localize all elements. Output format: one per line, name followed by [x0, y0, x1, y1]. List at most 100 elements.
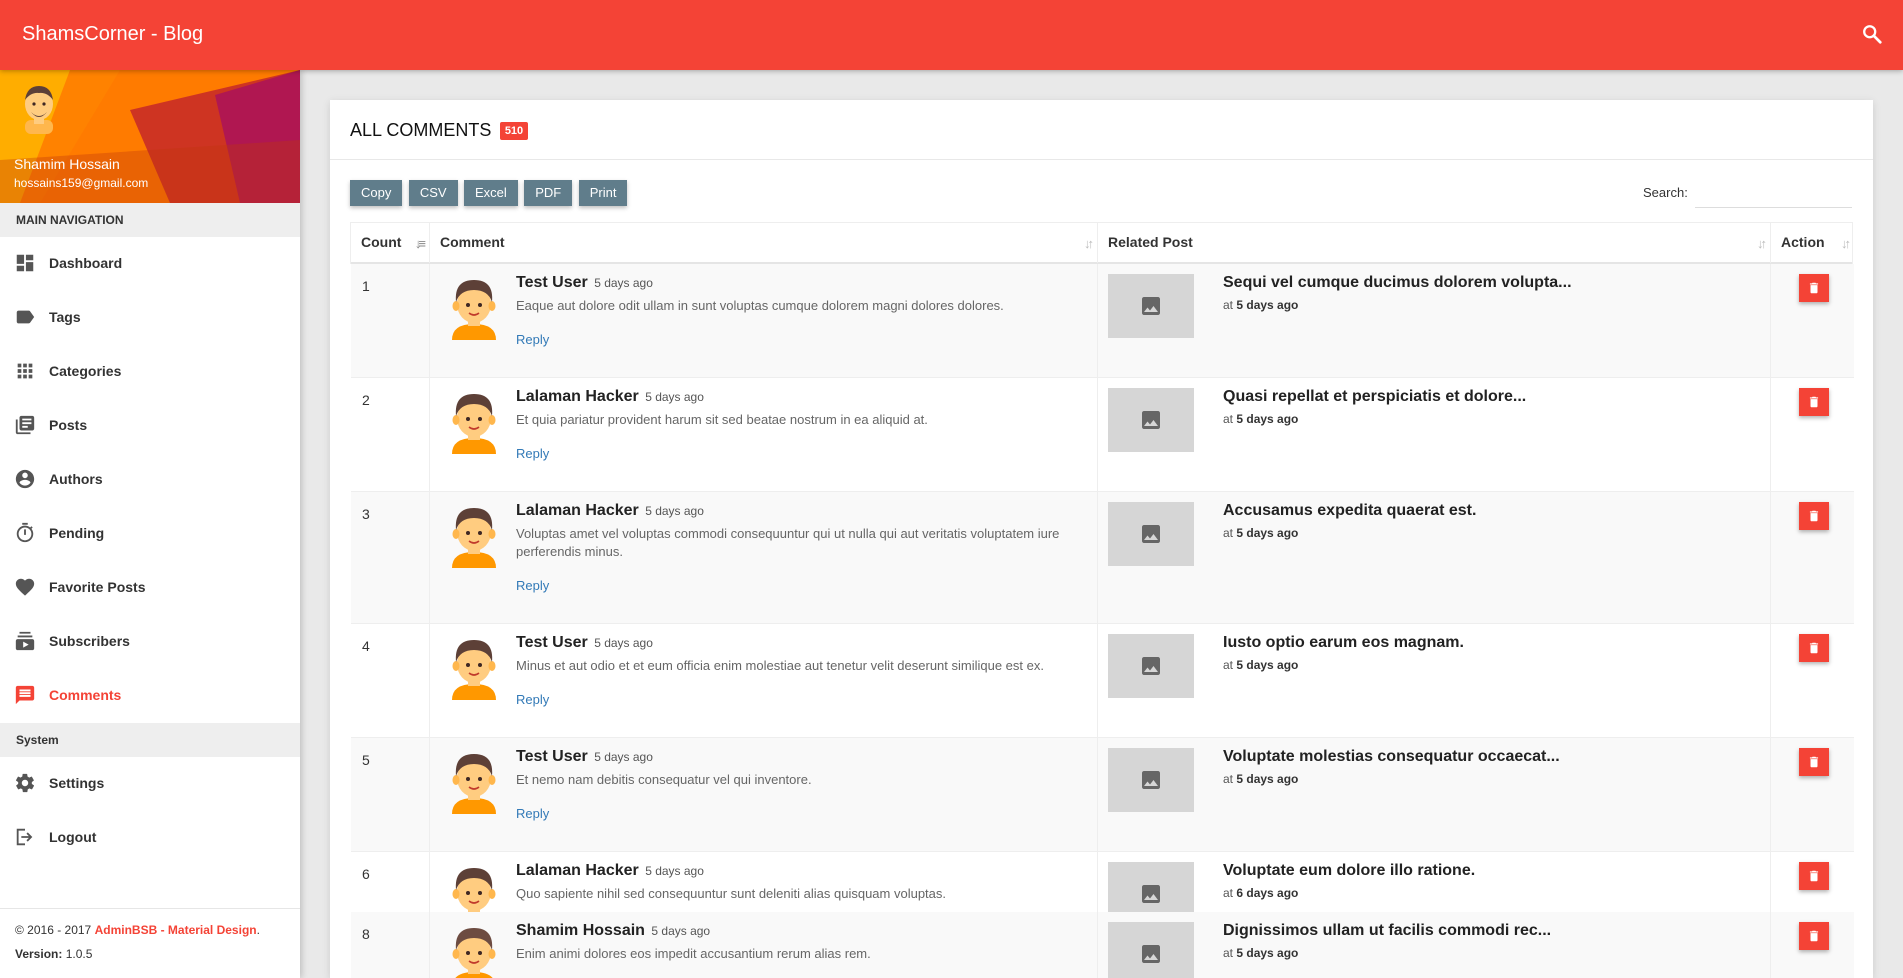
post-thumbnail[interactable]	[1108, 274, 1194, 338]
delete-button[interactable]	[1799, 388, 1829, 416]
column-header-comment[interactable]: Comment ↓↑	[429, 223, 1097, 263]
post-thumbnail[interactable]	[1108, 634, 1194, 698]
post-thumbnail[interactable]	[1108, 502, 1194, 566]
commenter-avatar	[448, 634, 500, 700]
sidebar-item-label: Posts	[49, 417, 88, 433]
sidebar-item-posts[interactable]: Posts	[0, 399, 300, 453]
sidebar-item-categories[interactable]: Categories	[0, 345, 300, 399]
commenter-name-text: Lalaman Hacker	[516, 388, 639, 405]
copyright-text: © 2016 - 2017	[15, 923, 95, 937]
post-thumbnail[interactable]	[1108, 388, 1194, 452]
search-icon[interactable]	[1861, 23, 1885, 47]
column-header-action[interactable]: Action ↓↑	[1770, 223, 1854, 263]
column-header-label: Comment	[440, 234, 505, 250]
sidebar-item-pending[interactable]: Pending	[0, 507, 300, 561]
column-divider	[1770, 378, 1771, 491]
reply-link[interactable]: Reply	[516, 692, 549, 707]
sidebar: Shamim Hossain hossains159@gmail.com MAI…	[0, 70, 300, 978]
excel-button[interactable]: Excel	[464, 180, 518, 206]
sidebar-item-logout[interactable]: Logout	[0, 811, 300, 865]
commenter-name-text: Test User	[516, 274, 588, 291]
sort-icon: ↓↑	[1757, 236, 1767, 251]
related-post-title[interactable]: Dignissimos ullam ut facilis commodi rec…	[1223, 922, 1551, 940]
related-post-title[interactable]: Sequi vel cumque ducimus dolorem volupta…	[1223, 274, 1572, 292]
post-thumbnail[interactable]	[1108, 748, 1194, 812]
sidebar-item-subscribers[interactable]: Subscribers	[0, 615, 300, 669]
related-post-title[interactable]: Accusamus expedita quaerat est.	[1223, 502, 1476, 520]
column-header-label: Count	[361, 234, 402, 250]
post-time: 5 days ago	[1236, 772, 1299, 786]
delete-button[interactable]	[1799, 502, 1829, 530]
column-divider	[1097, 378, 1098, 491]
card-header: ALL COMMENTS 510	[330, 100, 1873, 160]
delete-button[interactable]	[1799, 748, 1829, 776]
table-row: 1 Test User 5 days ago Eaque aut dolore od…	[351, 264, 1854, 378]
sidebar-item-label: Pending	[49, 525, 105, 541]
csv-button[interactable]: CSV	[408, 180, 458, 206]
column-divider	[1097, 492, 1098, 623]
column-divider	[429, 738, 430, 851]
row-count: 8	[362, 926, 370, 942]
related-post-title[interactable]: Voluptate molestias consequatur occaecat…	[1223, 748, 1560, 766]
post-time: 6 days ago	[1236, 886, 1299, 900]
sidebar-item-tags[interactable]: Tags	[0, 291, 300, 345]
commenter-avatar	[448, 748, 500, 814]
sidebar-item-comments[interactable]: Comments	[0, 669, 300, 723]
commenter-name-text: Lalaman Hacker	[516, 502, 639, 519]
table-row: 5 Test User 5 days ago Et nemo nam debitis…	[351, 738, 1854, 852]
column-header-related-post[interactable]: Related Post ↓↑	[1097, 223, 1770, 263]
commenter-name: Test User 5 days ago	[516, 274, 653, 292]
commenter-name: Lalaman Hacker 5 days ago	[516, 388, 704, 406]
sidebar-item-authors[interactable]: Authors	[0, 453, 300, 507]
commenter-avatar	[448, 274, 500, 340]
post-at-label: at	[1223, 298, 1234, 312]
column-divider	[1097, 738, 1098, 851]
sidebar-item-favorite-posts[interactable]: Favorite Posts	[0, 561, 300, 615]
comment-body: Et quia pariatur provident harum sit sed…	[516, 412, 928, 427]
related-post-date: at 5 days ago	[1223, 946, 1298, 960]
commenter-name: Test User 5 days ago	[516, 634, 653, 652]
column-divider	[1770, 624, 1771, 737]
library-books-icon	[14, 414, 36, 436]
reply-link[interactable]: Reply	[516, 332, 549, 347]
post-at-label: at	[1223, 658, 1234, 672]
delete-button[interactable]	[1799, 634, 1829, 662]
footer-brand-link[interactable]: AdminBSB - Material Design	[95, 923, 257, 937]
copy-button[interactable]: Copy	[350, 180, 403, 206]
print-button[interactable]: Print	[578, 180, 628, 206]
comment-body: Eaque aut dolore odit ullam in sunt volu…	[516, 298, 1004, 313]
search-input[interactable]	[1695, 178, 1852, 208]
sort-icon: ↓↑	[1841, 236, 1851, 251]
reply-link[interactable]: Reply	[516, 446, 549, 461]
app-brand[interactable]: ShamsCorner - Blog	[22, 23, 203, 46]
commenter-name-text: Shamim Hossain	[516, 922, 645, 939]
column-divider	[1770, 264, 1771, 377]
sidebar-item-label: Authors	[49, 471, 103, 487]
heart-icon	[14, 576, 36, 598]
delete-button[interactable]	[1799, 862, 1829, 890]
commenter-avatar	[448, 922, 500, 978]
delete-button[interactable]	[1799, 274, 1829, 302]
sidebar-item-dashboard[interactable]: Dashboard	[0, 237, 300, 291]
related-post-title[interactable]: Quasi repellat et perspiciatis et dolore…	[1223, 388, 1526, 406]
commenter-name: Lalaman Hacker 5 days ago	[516, 502, 704, 520]
sidebar-item-settings[interactable]: Settings	[0, 757, 300, 811]
comment-time: 5 days ago	[594, 636, 653, 650]
user-name[interactable]: Shamim Hossain	[14, 156, 120, 172]
comment-body: Quo sapiente nihil sed consequuntur sunt…	[516, 886, 946, 901]
dashboard-icon	[14, 252, 36, 274]
post-thumbnail[interactable]	[1108, 922, 1194, 978]
table-row: 8 Shamim Hossain 5 days ago Enim animi dol…	[351, 912, 1854, 978]
reply-link[interactable]: Reply	[516, 578, 549, 593]
column-header-label: Related Post	[1108, 234, 1193, 250]
pdf-button[interactable]: PDF	[524, 180, 573, 206]
table-row: 3 Lalaman Hacker 5 days ago Voluptas amet …	[351, 492, 1854, 624]
related-post-title[interactable]: Iusto optio earum eos magnam.	[1223, 634, 1464, 652]
related-post-title[interactable]: Voluptate eum dolore illo ratione.	[1223, 862, 1475, 880]
sidebar-item-label: Settings	[49, 775, 105, 791]
column-header-count[interactable]: Count ↓≡	[351, 223, 429, 263]
delete-button[interactable]	[1799, 922, 1829, 950]
commenter-name: Lalaman Hacker 5 days ago	[516, 862, 704, 880]
post-time: 5 days ago	[1236, 946, 1299, 960]
reply-link[interactable]: Reply	[516, 806, 549, 821]
